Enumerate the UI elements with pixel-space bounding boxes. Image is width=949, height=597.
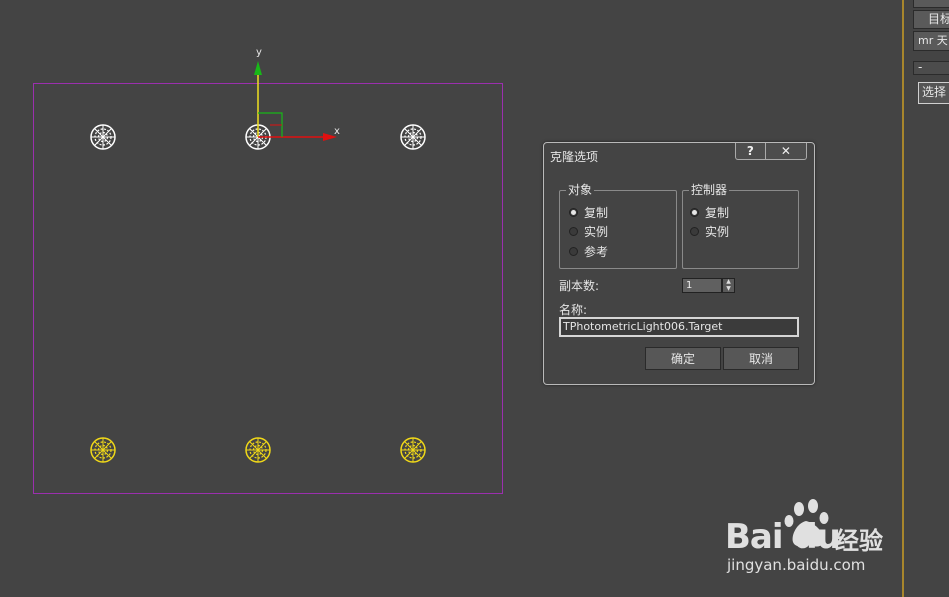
copies-label: 副本数: — [559, 279, 600, 293]
panel-top-button[interactable] — [913, 0, 949, 8]
cancel-button[interactable]: 取消 — [723, 347, 799, 370]
controller-group-title: 控制器 — [689, 183, 730, 197]
select-button[interactable]: 选择 — [918, 82, 949, 104]
radio-label: 复制 — [584, 206, 609, 220]
move-gizmo-icon[interactable] — [240, 45, 350, 155]
radio-label: 复制 — [705, 206, 730, 220]
radio-unselected-icon — [690, 227, 699, 236]
radio-label: 实例 — [705, 225, 730, 239]
copies-spinner: 1 ▲ ▼ — [682, 278, 736, 293]
photometric-light-icon[interactable] — [90, 437, 116, 463]
gizmo-y-label: y — [256, 47, 262, 58]
controller-group: 控制器 复制 实例 — [682, 183, 799, 269]
radio-unselected-icon — [569, 247, 578, 256]
radio-object-copy[interactable]: 复制 — [569, 204, 608, 221]
object-group: 对象 复制 实例 参考 — [559, 183, 677, 269]
photometric-light-icon[interactable] — [400, 124, 426, 150]
watermark-sub: 经验 — [835, 527, 883, 555]
close-icon[interactable]: ✕ — [765, 143, 807, 160]
name-field[interactable]: TPhotometricLight006.Target — [559, 317, 799, 337]
watermark-brand: Bai du — [725, 517, 841, 557]
photometric-light-icon[interactable] — [245, 437, 271, 463]
spinner-arrows[interactable]: ▲ ▼ — [722, 278, 735, 293]
copies-input[interactable]: 1 — [682, 278, 722, 293]
watermark-url: jingyan.baidu.com — [727, 556, 866, 574]
rollout-collapse-button[interactable]: - — [913, 61, 949, 75]
radio-selected-icon — [690, 208, 699, 217]
radio-object-reference[interactable]: 参考 — [569, 243, 608, 260]
mr-sky-button[interactable]: mr 天 — [913, 31, 949, 51]
radio-object-instance[interactable]: 实例 — [569, 223, 608, 240]
radio-label: 实例 — [584, 225, 609, 239]
clone-options-dialog: 克隆选项 ? ✕ 对象 复制 实例 参考 控制器 复制 实例 副本数: 1 ▲ … — [543, 142, 815, 385]
radio-selected-icon — [569, 208, 578, 217]
radio-unselected-icon — [569, 227, 578, 236]
ok-button[interactable]: 确定 — [645, 347, 721, 370]
baidu-watermark: Bai du 经验 jingyan.baidu.com — [725, 497, 905, 577]
gizmo-x-label: x — [334, 126, 340, 137]
title-buttons: ? ✕ — [735, 143, 807, 160]
name-label: 名称: — [559, 303, 588, 317]
photometric-light-icon[interactable] — [90, 124, 116, 150]
help-button[interactable]: ? — [735, 143, 766, 160]
command-panel: 目标 mr 天 - 选择 — [904, 0, 949, 597]
radio-label: 参考 — [584, 245, 609, 259]
spinner-down-icon[interactable]: ▼ — [723, 285, 734, 293]
radio-controller-copy[interactable]: 复制 — [690, 204, 729, 221]
photometric-light-icon[interactable] — [400, 437, 426, 463]
radio-controller-instance[interactable]: 实例 — [690, 223, 729, 240]
dialog-title: 克隆选项 — [550, 150, 599, 164]
target-button[interactable]: 目标 — [913, 10, 949, 29]
object-group-title: 对象 — [566, 183, 595, 197]
